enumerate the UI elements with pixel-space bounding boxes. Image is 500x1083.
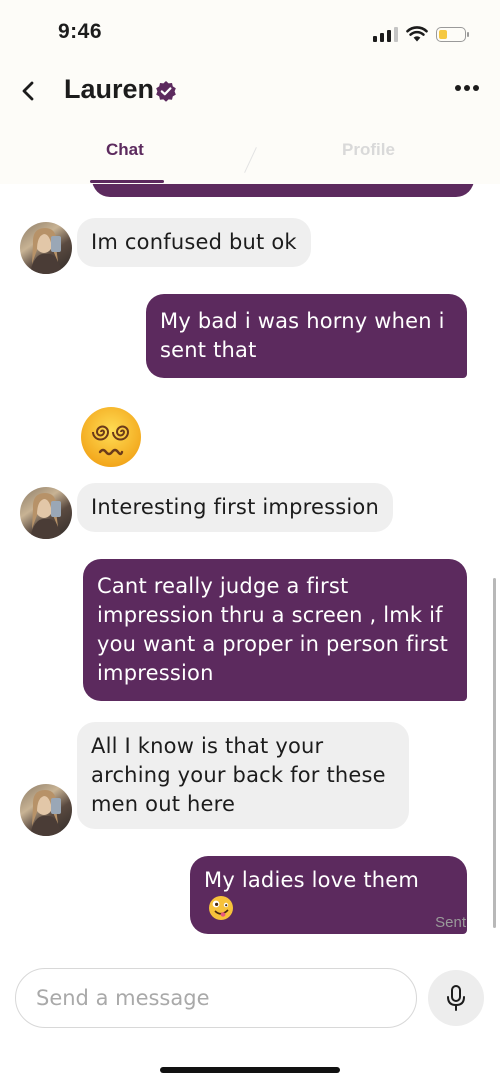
tab-profile[interactable]: Profile — [342, 140, 395, 160]
voice-message-button[interactable] — [428, 970, 484, 1026]
status-icons — [373, 24, 469, 44]
message-bubble-outgoing-cut — [92, 184, 474, 197]
status-time: 9:46 — [58, 20, 103, 43]
contact-name[interactable]: Lauren — [64, 74, 154, 105]
more-options-icon[interactable] — [454, 82, 480, 94]
active-tab-indicator — [90, 180, 164, 183]
scrollbar[interactable] — [493, 578, 496, 928]
back-chevron-icon[interactable] — [16, 78, 42, 104]
wifi-icon — [406, 26, 428, 42]
microphone-icon — [447, 985, 465, 1011]
message-bubble-incoming[interactable]: Im confused but ok — [77, 218, 311, 267]
tab-chat[interactable]: Chat — [106, 140, 144, 160]
cellular-signal-icon — [373, 26, 398, 42]
message-bubble-outgoing[interactable]: My bad i was horny when i sent that — [146, 294, 467, 378]
message-composer — [0, 944, 500, 1083]
contact-avatar[interactable] — [20, 784, 72, 836]
message-bubble-outgoing[interactable]: My ladies love them — [190, 856, 467, 934]
verified-badge-icon — [156, 81, 176, 102]
message-bubble-outgoing[interactable]: Cant really judge a first impression thr… — [83, 559, 467, 701]
status-bar: 9:46 — [0, 0, 500, 64]
zany-face-emoji-icon — [209, 896, 233, 920]
message-bubble-incoming[interactable]: Interesting first impression — [77, 483, 393, 532]
message-bubble-incoming[interactable]: All I know is that your arching your bac… — [77, 722, 409, 829]
tab-divider — [244, 147, 257, 173]
delivery-status: Sent — [435, 914, 466, 931]
battery-icon — [436, 26, 469, 42]
face-with-spiral-eyes-emoji-icon[interactable] — [80, 406, 142, 468]
message-list[interactable]: Im confused but ok My bad i was horny wh… — [0, 184, 500, 944]
message-text: My ladies love them — [204, 868, 420, 892]
chat-profile-tabs: Chat Profile — [0, 120, 500, 185]
contact-avatar[interactable] — [20, 222, 72, 274]
message-input[interactable] — [15, 968, 417, 1028]
home-indicator — [160, 1067, 340, 1073]
contact-avatar[interactable] — [20, 487, 72, 539]
chat-header: Lauren — [0, 64, 500, 120]
